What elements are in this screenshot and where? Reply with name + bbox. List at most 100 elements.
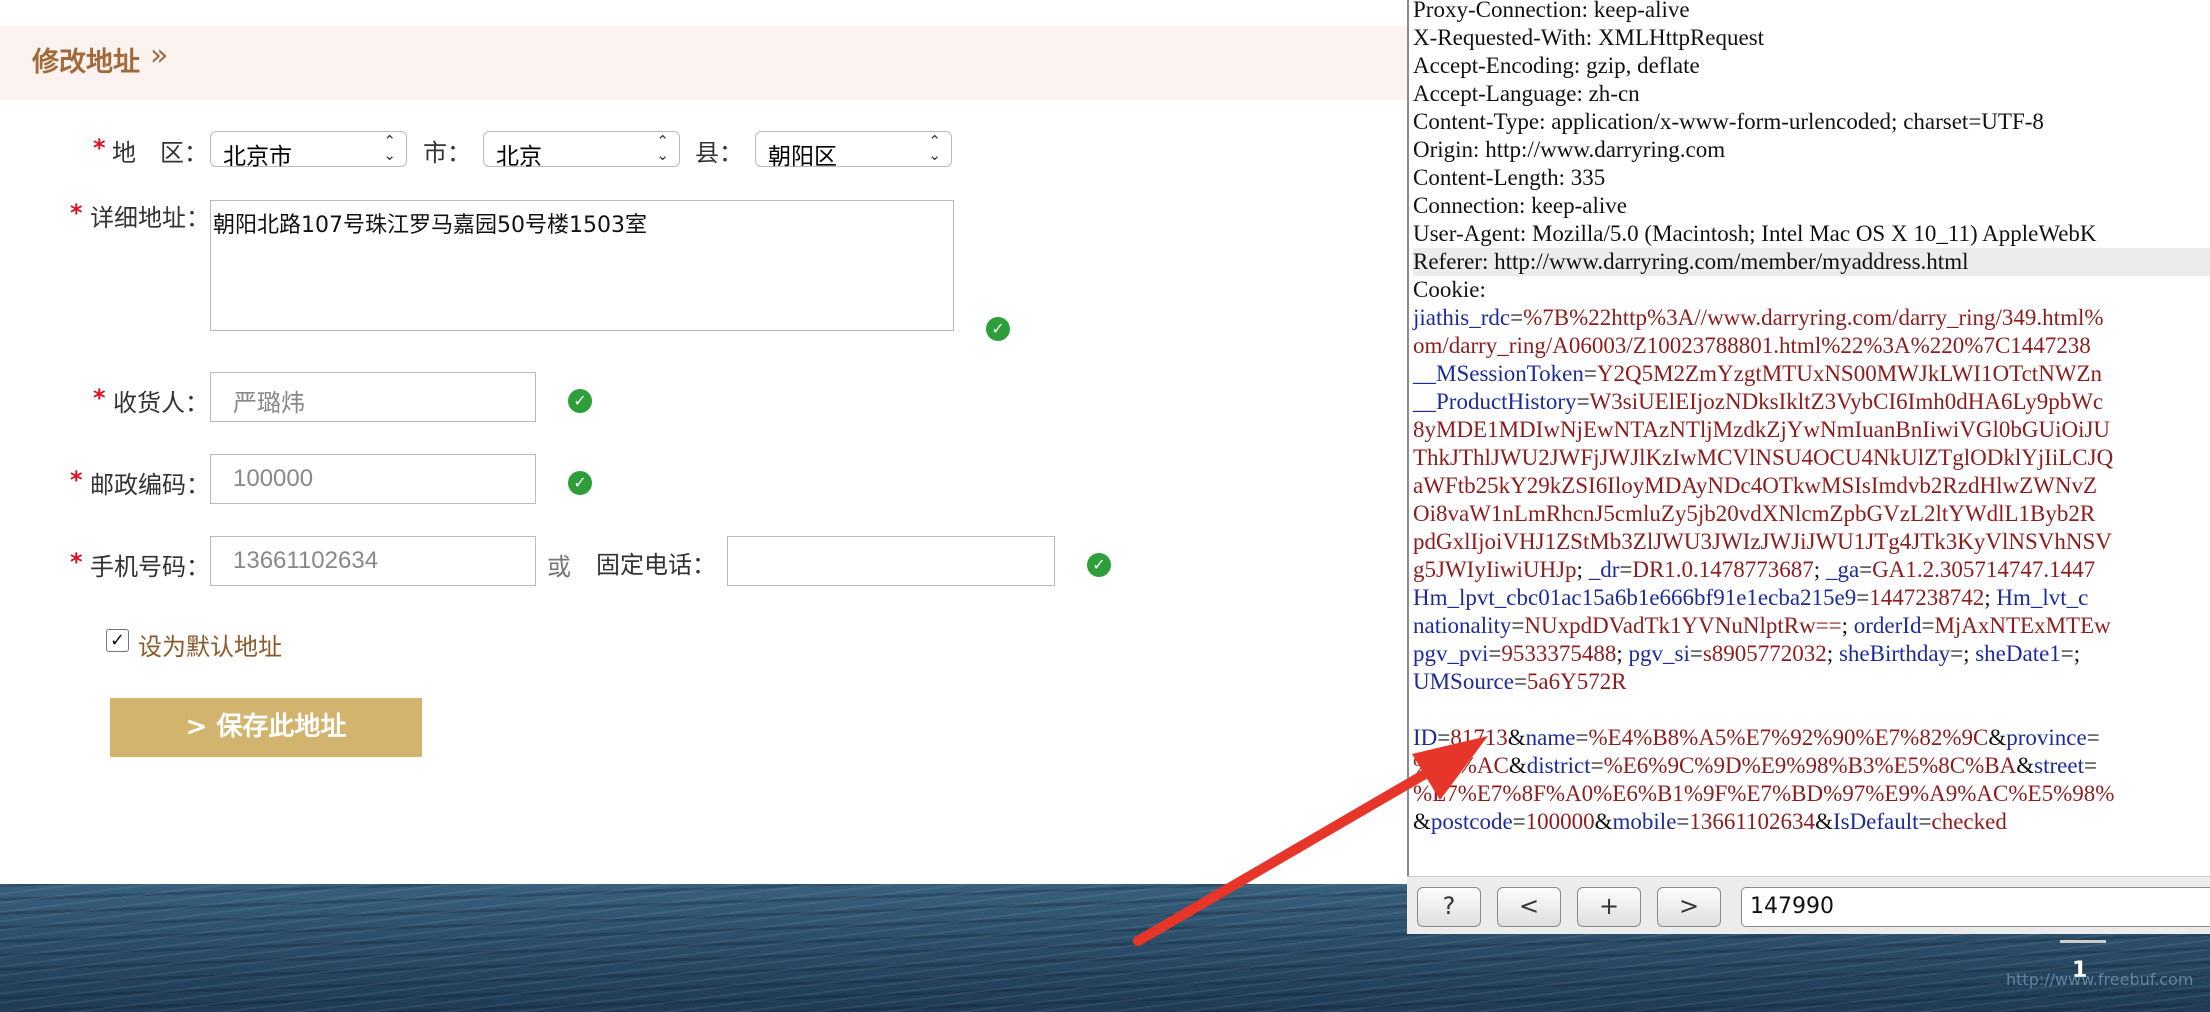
param-separator: = <box>1676 809 1690 834</box>
param-value: W3siUElEIjozNDksIkltZ3VybCI6Imh0dHA6Ly9p… <box>1589 389 2104 414</box>
cookie-line: Oi8vaW1nLmRhcnJ5cmluZy5jb20vdXNlcmZpbGVz… <box>1413 500 2210 528</box>
param-separator: =; <box>1950 641 1976 666</box>
param-value: 9533375488 <box>1501 641 1617 666</box>
city-select[interactable]: 北京 ⌃ ⌄ <box>483 131 680 170</box>
search-input[interactable]: 147990 <box>1741 887 2210 927</box>
param-separator: = <box>1856 585 1870 610</box>
detail-address-textarea[interactable]: 朝阳北路107号珠江罗马嘉园50号楼1503室 <box>210 200 954 331</box>
body-line: &postcode=100000&mobile=13661102634&IsDe… <box>1413 808 2210 836</box>
param-key: street <box>2034 753 2084 778</box>
param-separator: = <box>2086 725 2100 750</box>
param-key: nationality <box>1413 613 1512 638</box>
param-key: __ProductHistory <box>1413 389 1577 414</box>
param-separator: ; <box>1813 557 1826 582</box>
param-separator: = <box>1512 809 1526 834</box>
county-select[interactable]: 朝阳区 ⌃ ⌄ <box>755 131 952 170</box>
param-key: name <box>1525 725 1576 750</box>
city-value: 北京 <box>496 144 542 170</box>
add-button[interactable]: + <box>1577 887 1641 927</box>
param-separator: = <box>1437 725 1451 750</box>
param-separator: = <box>1918 809 1932 834</box>
param-separator: ; <box>1616 641 1629 666</box>
param-key: Hm_lvt_c <box>1996 585 2089 610</box>
valid-check-icon: ✓ <box>568 471 592 495</box>
save-address-button[interactable]: > 保存此地址 <box>110 698 422 757</box>
default-address-checkbox[interactable]: ✓ <box>106 629 129 652</box>
param-separator: = <box>1575 725 1589 750</box>
param-value: pdGxlIjoiVHJ1ZStMb3ZlJWU3JWIzJWJiJWU1JTg… <box>1413 529 2112 554</box>
city-label: 市： <box>423 139 471 167</box>
param-separator: = <box>1510 305 1524 330</box>
param-value: %E4%B8%A5%E7%92%90%E7%82%9C <box>1588 725 1989 750</box>
request-text[interactable]: Proxy-Connection: keep-alive X-Requested-… <box>1413 0 2210 836</box>
cookie-line: jiathis_rdc=%7B%22http%3A//www.darryring… <box>1413 304 2210 332</box>
county-label: 县： <box>695 139 743 167</box>
province-value: 北京市 <box>223 144 292 170</box>
prev-button[interactable]: < <box>1497 887 1561 927</box>
page-header <box>0 26 1420 100</box>
county-value: 朝阳区 <box>768 144 837 170</box>
select-arrows-icon: ⌃ ⌄ <box>928 132 941 164</box>
param-separator: & <box>2016 753 2035 778</box>
param-key: postcode <box>1430 809 1513 834</box>
param-separator: = <box>1511 613 1525 638</box>
province-select[interactable]: 北京市 ⌃ ⌄ <box>210 131 407 170</box>
mobile-label: 手机号码： <box>90 553 210 581</box>
param-separator: = <box>1583 361 1597 386</box>
postcode-input[interactable]: 100000 <box>210 454 536 504</box>
cookie-line: __ProductHistory=W3siUElEIjozNDksIkltZ3V… <box>1413 388 2210 416</box>
param-value: 5a6Y572R <box>1526 669 1627 694</box>
double-chevron-icon: » <box>150 38 169 73</box>
param-separator: = <box>1689 641 1703 666</box>
param-key: jiathis_rdc <box>1413 305 1511 330</box>
required-mark: * <box>70 466 83 494</box>
param-separator: = <box>1859 557 1873 582</box>
receiver-input[interactable]: 严璐炜 <box>210 372 536 422</box>
cookie-line: pdGxlIjoiVHJ1ZStMb3ZlJWU3JWIzJWJiJWU1JTg… <box>1413 528 2210 556</box>
valid-check-icon: ✓ <box>568 389 592 413</box>
watermark: http://www.freebuf.com <box>2006 970 2194 989</box>
body-line: ID=81713&name=%E4%B8%A5%E7%92%90%E7%82%9… <box>1413 724 2210 752</box>
cookie-line: ThkJThlJWU2JWFjJWJlKzIwMCVlNSU4OCU4NkUlZ… <box>1413 444 2210 472</box>
valid-check-icon: ✓ <box>986 317 1010 341</box>
param-key: sheDate1 <box>1975 641 2061 666</box>
param-separator: = <box>1590 753 1604 778</box>
default-address-label[interactable]: 设为默认地址 <box>138 627 282 662</box>
request-header-line: Accept-Encoding: gzip, deflate <box>1413 53 1700 78</box>
request-header-line: Connection: keep-alive <box>1413 193 1627 218</box>
cookie-line: __MSessionToken=Y2Q5M2ZmYzgtMTUxNS00MWJk… <box>1413 360 2210 388</box>
param-value: g5JWIyIiwiUHJp <box>1413 557 1577 582</box>
param-key: district <box>1526 753 1591 778</box>
param-value: 100000 <box>1525 809 1595 834</box>
param-key: __MSessionToken <box>1413 361 1584 386</box>
valid-check-icon: ✓ <box>1087 553 1111 577</box>
param-value: s8905772032 <box>1702 641 1827 666</box>
param-value: GA1.2.305714747.1447 <box>1872 557 2096 582</box>
param-separator: ; <box>1576 557 1589 582</box>
param-key: pgv_si <box>1628 641 1690 666</box>
request-header-line: Cookie: <box>1413 277 1486 302</box>
param-separator: ; <box>1841 613 1854 638</box>
http-request-panel: Proxy-Connection: keep-alive X-Requested-… <box>1407 0 2210 934</box>
phone-input[interactable] <box>727 536 1055 586</box>
param-separator: = <box>1921 613 1935 638</box>
param-value: om/darry_ring/A06003/Z10023788801.html%2… <box>1413 333 2091 358</box>
receiver-label: 收货人： <box>113 389 209 417</box>
cookie-line: UMSource=5a6Y572R <box>1413 668 2210 696</box>
param-separator: = <box>1576 389 1590 414</box>
param-key: Hm_lpvt_cbc01ac15a6b1e666bf91e1ecba215e9 <box>1413 585 1857 610</box>
param-value: aWFtb25kY29kZSI6IloyMDAyNDc4OTkwMSIsImdv… <box>1413 473 2097 498</box>
param-value: ThkJThlJWU2JWFjJWJlKzIwMCVlNSU4OCU4NkUlZ… <box>1413 445 2114 470</box>
help-button[interactable]: ? <box>1417 887 1481 927</box>
cookie-line: g5JWIyIiwiUHJp; _dr=DR1.0.1478773687; _g… <box>1413 556 2210 584</box>
next-button[interactable]: > <box>1657 887 1721 927</box>
param-separator: = <box>1513 669 1527 694</box>
cookie-line: nationality=NUxpdDVadTk1YVNuNlptRw==; or… <box>1413 612 2210 640</box>
param-value: NUxpdDVadTk1YVNuNlptRw== <box>1524 613 1842 638</box>
required-mark: * <box>93 384 106 412</box>
select-arrows-icon: ⌃ ⌄ <box>656 132 669 164</box>
mobile-input[interactable]: 13661102634 <box>210 536 536 586</box>
param-key: UMSource <box>1413 669 1514 694</box>
param-separator: & <box>1508 753 1527 778</box>
